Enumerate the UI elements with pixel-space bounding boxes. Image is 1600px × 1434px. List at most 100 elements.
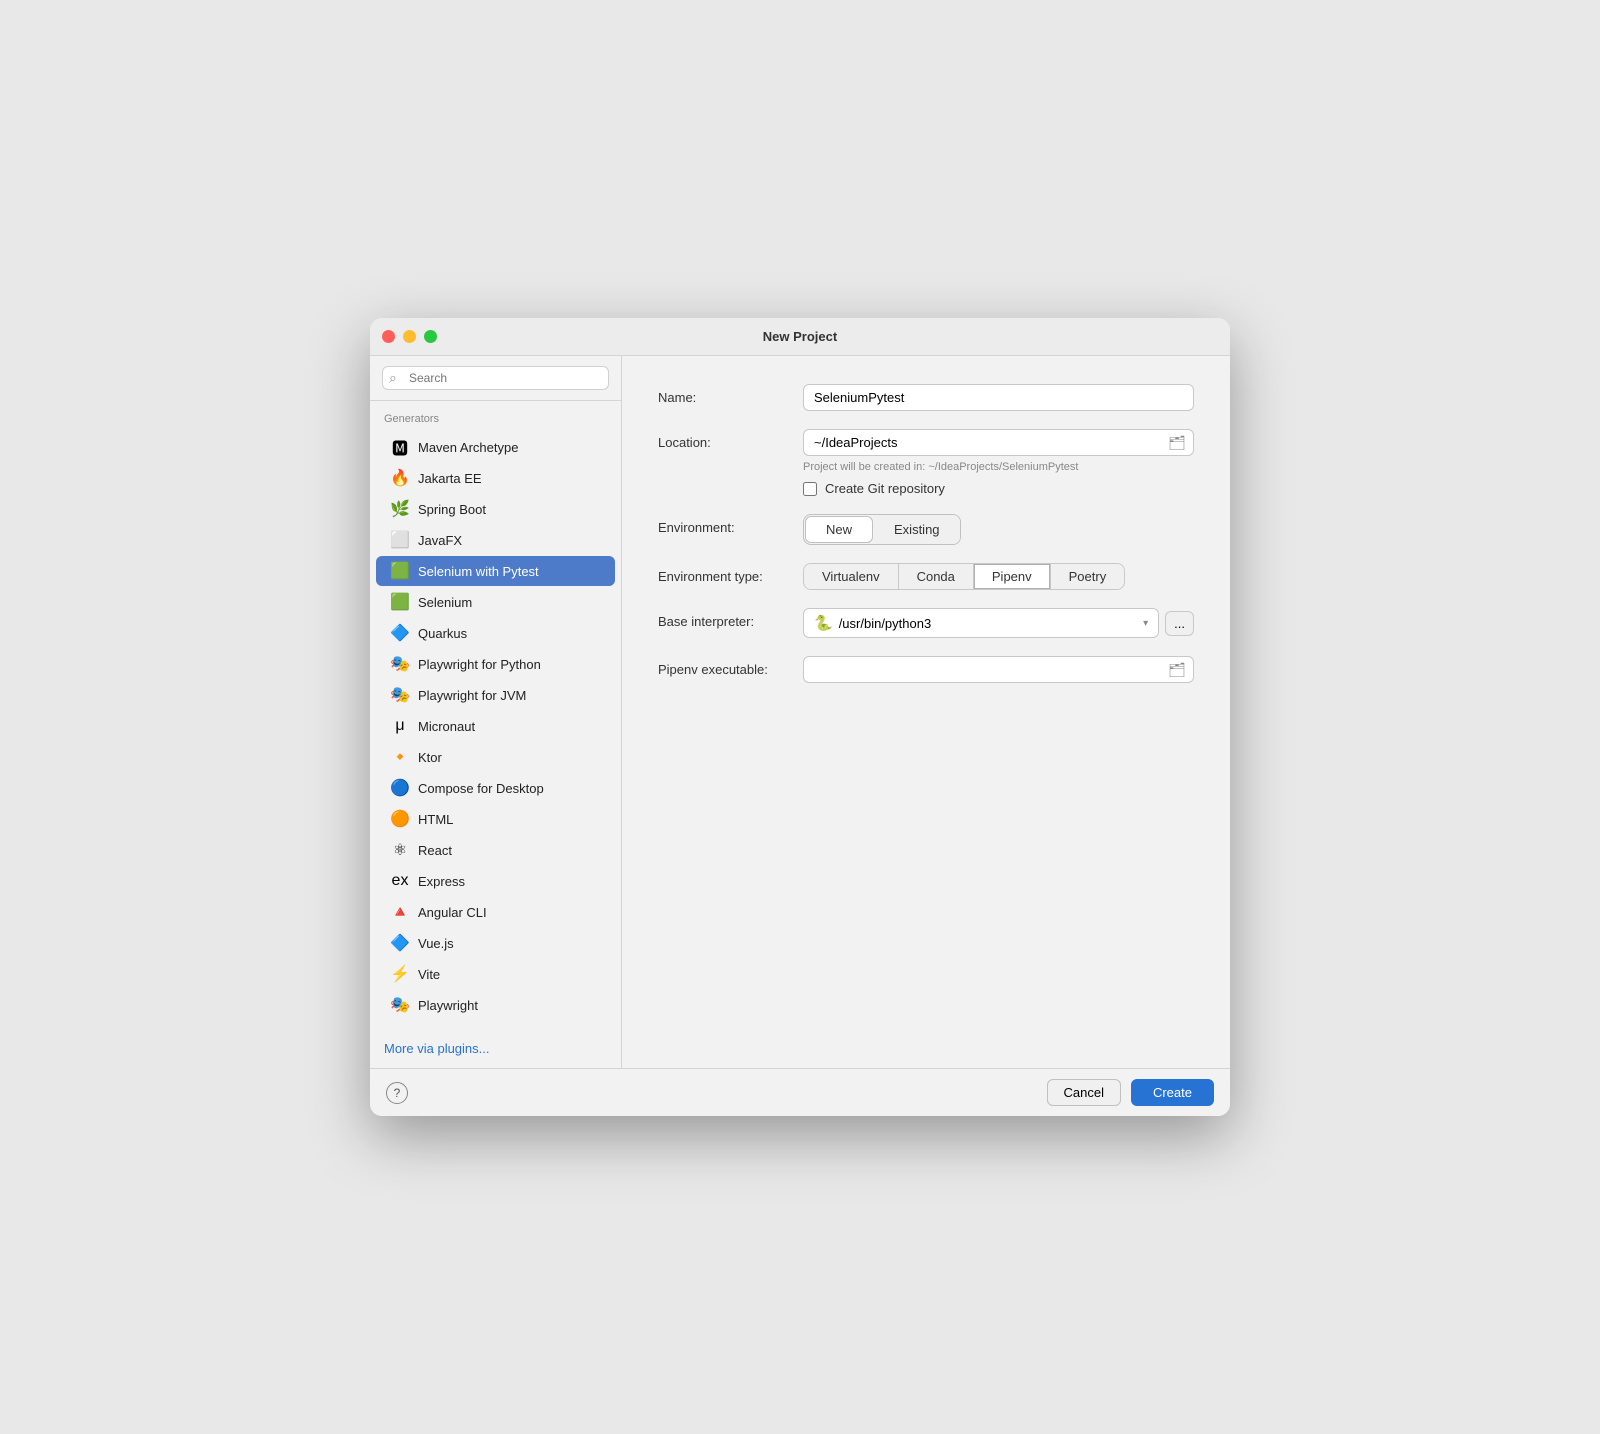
sidebar-icon-spring-boot: 🌿 (390, 499, 410, 519)
sidebar-label-playwright: Playwright (418, 998, 478, 1013)
minimize-button[interactable] (403, 330, 416, 343)
git-label: Create Git repository (825, 481, 945, 496)
sidebar-label-playwright-python: Playwright for Python (418, 657, 541, 672)
titlebar: New Project (370, 318, 1230, 356)
maximize-button[interactable] (424, 330, 437, 343)
name-row: Name: (658, 384, 1194, 411)
sidebar-label-selenium-pytest: Selenium with Pytest (418, 564, 539, 579)
sidebar-icon-playwright-python: 🎭 (390, 654, 410, 674)
sidebar-icon-quarkus: 🔷 (390, 623, 410, 643)
interpreter-wrapper: 🐍 /usr/bin/python3 ▾ ... (803, 608, 1194, 638)
sidebar-label-selenium: Selenium (418, 595, 472, 610)
sidebar-label-vite: Vite (418, 967, 440, 982)
env-type-poetry[interactable]: Poetry (1051, 564, 1125, 589)
sidebar-icon-vite: ⚡ (390, 964, 410, 984)
sidebar-label-react: React (418, 843, 452, 858)
more-plugins-link[interactable]: More via plugins... (370, 1029, 621, 1068)
footer-bar: ? Cancel Create (370, 1068, 1230, 1116)
pipenv-folder-button[interactable]: 🗂 (1168, 661, 1186, 678)
env-type-row: Environment type: VirtualenvCondaPipenvP… (658, 563, 1194, 590)
window-title: New Project (763, 329, 837, 344)
location-value-wrapper: 🗂 Project will be created in: ~/IdeaProj… (803, 429, 1194, 496)
interpreter-value-wrapper: 🐍 /usr/bin/python3 ▾ ... (803, 608, 1194, 638)
sidebar-item-maven[interactable]: 🅼Maven Archetype (376, 432, 615, 462)
search-bar (370, 356, 621, 401)
sidebar-icon-micronaut: μ (390, 716, 410, 736)
sidebar-icon-express: ex (390, 871, 410, 891)
sidebar-icon-playwright-jvm: 🎭 (390, 685, 410, 705)
name-input[interactable] (803, 384, 1194, 411)
name-label: Name: (658, 384, 803, 405)
generators-label: Generators (370, 401, 621, 431)
create-button[interactable]: Create (1131, 1079, 1214, 1106)
sidebar-icon-vue: 🔷 (390, 933, 410, 953)
sidebar-label-express: Express (418, 874, 465, 889)
sidebar-icon-html: 🟠 (390, 809, 410, 829)
location-input[interactable] (803, 429, 1194, 456)
git-checkbox[interactable] (803, 482, 817, 496)
environment-toggle-wrapper: New Existing (803, 514, 1194, 545)
env-existing-button[interactable]: Existing (874, 515, 960, 544)
sidebar-icon-angular: 🔺 (390, 902, 410, 922)
sidebar-item-compose-desktop[interactable]: 🔵 Compose for Desktop (376, 773, 615, 803)
interpreter-browse-button[interactable]: ... (1165, 611, 1194, 636)
env-type-virtualenv[interactable]: Virtualenv (804, 564, 899, 589)
sidebar-icon-selenium-pytest: 🟩 (390, 561, 410, 581)
sidebar-item-playwright-python[interactable]: 🎭 Playwright for Python (376, 649, 615, 679)
sidebar-item-vue[interactable]: 🔷 Vue.js (376, 928, 615, 958)
pipenv-wrapper: 🗂 (803, 656, 1194, 683)
pipenv-input[interactable] (803, 656, 1194, 683)
sidebar-item-playwright[interactable]: 🎭Playwright (376, 990, 615, 1020)
sidebar-label-compose-desktop: Compose for Desktop (418, 781, 544, 796)
search-wrapper (382, 366, 609, 390)
env-type-pipenv[interactable]: Pipenv (974, 564, 1051, 589)
sidebar-label-spring-boot: Spring Boot (418, 502, 486, 517)
close-button[interactable] (382, 330, 395, 343)
help-button[interactable]: ? (386, 1082, 408, 1104)
sidebar-icon-compose-desktop: 🔵 (390, 778, 410, 798)
sidebar-item-jakarta[interactable]: 🔥Jakarta EE (376, 463, 615, 493)
search-input[interactable] (382, 366, 609, 390)
sidebar-item-selenium-pytest[interactable]: 🟩 Selenium with Pytest (376, 556, 615, 586)
env-new-button[interactable]: New (805, 516, 873, 543)
env-type-label: Environment type: (658, 563, 803, 584)
sidebar-item-ktor[interactable]: 🔸 Ktor (376, 742, 615, 772)
sidebar-item-playwright-jvm[interactable]: 🎭Playwright for JVM (376, 680, 615, 710)
environment-label: Environment: (658, 514, 803, 535)
location-row: Location: 🗂 Project will be created in: … (658, 429, 1194, 496)
sidebar-item-micronaut[interactable]: μMicronaut (376, 711, 615, 741)
sidebar-item-react[interactable]: ⚛React (376, 835, 615, 865)
interpreter-select[interactable]: 🐍 /usr/bin/python3 ▾ (803, 608, 1159, 638)
path-hint: Project will be created in: ~/IdeaProjec… (803, 461, 1194, 473)
sidebar-item-selenium[interactable]: 🟩 Selenium (376, 587, 615, 617)
sidebar-item-javafx[interactable]: ⬜JavaFX (376, 525, 615, 555)
sidebar-label-vue: Vue.js (418, 936, 454, 951)
env-type-conda[interactable]: Conda (899, 564, 974, 589)
interpreter-path: /usr/bin/python3 (839, 616, 932, 631)
env-type-group: VirtualenvCondaPipenvPoetry (803, 563, 1125, 590)
chevron-down-icon: ▾ (1143, 618, 1148, 629)
sidebar-item-spring-boot[interactable]: 🌿 Spring Boot (376, 494, 615, 524)
sidebar-item-html[interactable]: 🟠HTML (376, 804, 615, 834)
new-project-window: New Project Generators 🅼Maven Archetype🔥… (370, 318, 1230, 1116)
pipenv-label: Pipenv executable: (658, 656, 803, 677)
traffic-lights (382, 330, 437, 343)
environment-row: Environment: New Existing (658, 514, 1194, 545)
python-icon: 🐍 (814, 614, 833, 632)
sidebar-item-vite[interactable]: ⚡ Vite (376, 959, 615, 989)
sidebar: Generators 🅼Maven Archetype🔥Jakarta EE 🌿 S… (370, 356, 622, 1068)
sidebar-item-angular[interactable]: 🔺Angular CLI (376, 897, 615, 927)
environment-toggle: New Existing (803, 514, 961, 545)
interpreter-left: 🐍 /usr/bin/python3 (814, 614, 931, 632)
cancel-button[interactable]: Cancel (1047, 1079, 1121, 1106)
sidebar-item-express[interactable]: ex Express (376, 866, 615, 896)
location-label: Location: (658, 429, 803, 450)
sidebar-icon-jakarta: 🔥 (390, 468, 410, 488)
location-folder-button[interactable]: 🗂 (1168, 434, 1186, 451)
sidebar-label-ktor: Ktor (418, 750, 442, 765)
interpreter-label: Base interpreter: (658, 608, 803, 629)
sidebar-list: 🅼Maven Archetype🔥Jakarta EE 🌿 Spring Boot ⬜… (370, 431, 621, 1029)
sidebar-item-quarkus[interactable]: 🔷Quarkus (376, 618, 615, 648)
sidebar-icon-selenium: 🟩 (390, 592, 410, 612)
sidebar-icon-ktor: 🔸 (390, 747, 410, 767)
